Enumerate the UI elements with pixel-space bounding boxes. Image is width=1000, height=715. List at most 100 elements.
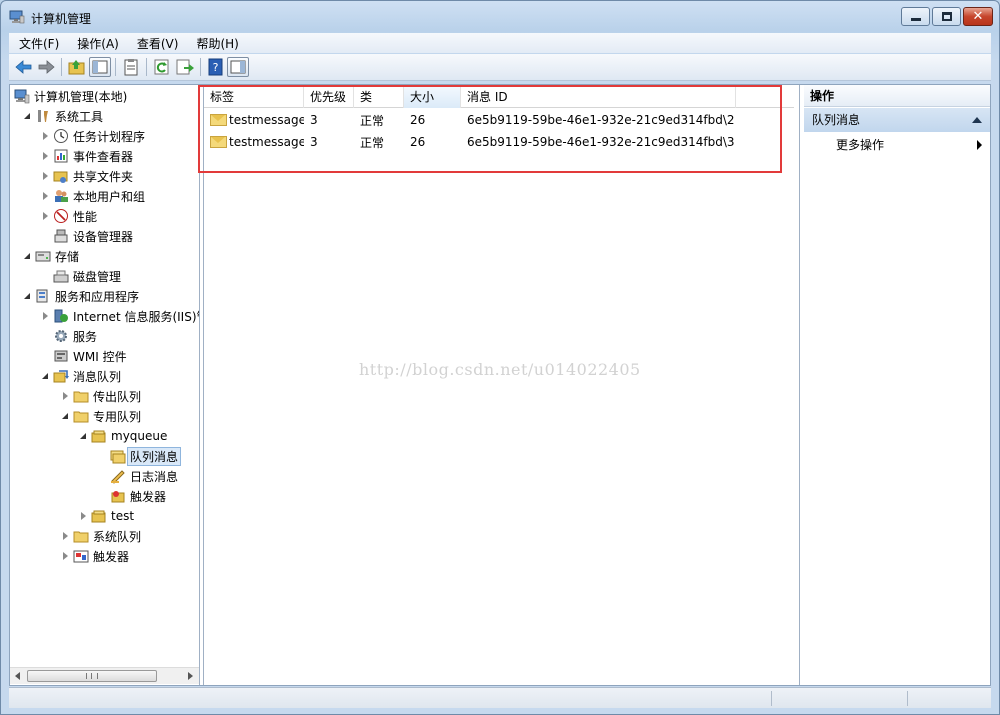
performance-icon — [53, 208, 69, 224]
show-hide-action-pane-icon[interactable] — [227, 57, 249, 77]
collapsed-arrow-icon[interactable] — [78, 511, 88, 521]
expanded-arrow-icon[interactable] — [22, 251, 32, 261]
tree-item-label: test — [111, 509, 135, 523]
close-button[interactable]: ✕ — [963, 7, 993, 26]
properties-icon[interactable] — [120, 57, 142, 77]
tree-horizontal-scrollbar[interactable] — [10, 667, 199, 684]
submenu-arrow-icon — [977, 140, 982, 150]
tree-item[interactable]: 日志消息 — [97, 467, 178, 485]
up-folder-icon[interactable] — [66, 57, 88, 77]
tree-item[interactable]: 存储 — [22, 247, 79, 265]
collapsed-arrow-icon[interactable] — [40, 151, 50, 161]
svg-text:?: ? — [213, 61, 219, 74]
expanded-arrow-icon[interactable] — [78, 431, 88, 441]
tree-item-label: 设备管理器 — [73, 229, 134, 244]
expanded-arrow-icon[interactable] — [22, 111, 32, 121]
tree-item[interactable]: myqueue — [78, 427, 167, 445]
actions-section-queue-messages[interactable]: 队列消息 — [804, 108, 990, 132]
tree-item-label: 日志消息 — [130, 469, 179, 484]
tree-item-label: 本地用户和组 — [73, 189, 146, 204]
help-icon[interactable]: ? — [205, 57, 227, 77]
tree-item-label: 任务计划程序 — [73, 129, 146, 144]
clock-icon — [53, 128, 69, 144]
tree-item[interactable]: WMI 控件 — [40, 347, 127, 365]
toolbar-separator — [115, 58, 116, 76]
title-bar[interactable]: 计算机管理 ✕ — [1, 1, 999, 33]
wmi-icon — [53, 348, 69, 364]
menu-bar: 文件(F) 操作(A) 查看(V) 帮助(H) — [9, 33, 991, 53]
scroll-left-icon[interactable] — [13, 671, 23, 681]
tree-item[interactable]: 系统队列 — [60, 527, 141, 545]
tree-item[interactable]: 服务和应用程序 — [22, 287, 139, 305]
triggers-icon — [73, 548, 89, 564]
tree-item[interactable]: 消息队列 — [40, 367, 121, 385]
collapsed-arrow-icon[interactable] — [60, 391, 70, 401]
tree-item-label: Internet 信息服务(IIS)管 — [73, 309, 200, 324]
actions-section-label: 队列消息 — [812, 113, 861, 127]
result-pane: 标签 优先级 类 大小 消息 ID testmessage 3 正常 26 6e… — [198, 85, 800, 685]
collapsed-arrow-icon[interactable] — [40, 191, 50, 201]
status-bar — [9, 687, 991, 708]
iis-icon — [53, 308, 69, 324]
tree-item-label: 系统工具 — [55, 109, 104, 124]
collapsed-arrow-icon[interactable] — [60, 531, 70, 541]
minimize-button[interactable] — [901, 7, 930, 26]
collapsed-arrow-icon[interactable] — [40, 131, 50, 141]
expanded-arrow-icon[interactable] — [40, 371, 50, 381]
actions-pane: 操作 队列消息 更多操作 — [804, 85, 990, 685]
tree-item[interactable]: 本地用户和组 — [40, 187, 145, 205]
tree-item-label: 触发器 — [130, 489, 167, 504]
back-arrow-icon[interactable] — [13, 57, 35, 77]
collapsed-arrow-icon[interactable] — [40, 171, 50, 181]
collapsed-arrow-icon[interactable] — [60, 551, 70, 561]
refresh-icon[interactable] — [151, 57, 173, 77]
folder-icon — [73, 408, 89, 424]
annotation-highlight-box — [198, 85, 782, 173]
tree-item[interactable]: 性能 — [40, 207, 97, 225]
journal-icon — [110, 468, 126, 484]
tree-item[interactable]: 任务计划程序 — [40, 127, 145, 145]
expanded-arrow-icon[interactable] — [22, 291, 32, 301]
tree-item[interactable]: 队列消息 — [97, 446, 182, 466]
more-actions-label: 更多操作 — [836, 138, 885, 152]
tree-item[interactable]: 触发器 — [97, 487, 166, 505]
event-viewer-icon — [53, 148, 69, 164]
tree-item-label: WMI 控件 — [73, 349, 127, 364]
tree-item[interactable]: 共享文件夹 — [40, 167, 133, 185]
expanded-arrow-icon[interactable] — [60, 411, 70, 421]
trigger-icon — [110, 488, 126, 504]
tree-item[interactable]: 专用队列 — [60, 407, 141, 425]
tree-item[interactable]: Internet 信息服务(IIS)管 — [40, 307, 200, 325]
message-queue-icon — [53, 368, 69, 384]
tree-item[interactable]: 系统工具 — [22, 107, 103, 125]
tree-item[interactable]: 触发器 — [60, 547, 129, 565]
export-list-icon[interactable] — [174, 57, 196, 77]
tree-item[interactable]: 计算机管理(本地) — [14, 87, 127, 105]
show-hide-console-tree-icon[interactable] — [89, 57, 111, 77]
menu-view[interactable]: 查看(V) — [127, 35, 187, 52]
computer-management-icon — [9, 10, 25, 24]
menu-action[interactable]: 操作(A) — [67, 35, 127, 52]
tree-item[interactable]: 磁盘管理 — [40, 267, 121, 285]
services-apps-icon — [35, 288, 51, 304]
collapse-arrow-icon[interactable] — [972, 117, 982, 123]
tree-item[interactable]: 传出队列 — [60, 387, 141, 405]
scroll-right-icon[interactable] — [185, 671, 195, 681]
maximize-button[interactable] — [932, 7, 961, 26]
forward-arrow-icon[interactable] — [35, 57, 57, 77]
status-bar-divider — [771, 691, 772, 706]
menu-help[interactable]: 帮助(H) — [186, 35, 246, 52]
tree-item[interactable]: 设备管理器 — [40, 227, 133, 245]
tree-item-label: 事件查看器 — [73, 149, 134, 164]
tree-item[interactable]: 服务 — [40, 327, 97, 345]
collapsed-arrow-icon[interactable] — [40, 211, 50, 221]
collapsed-arrow-icon[interactable] — [40, 311, 50, 321]
menu-file[interactable]: 文件(F) — [9, 35, 67, 52]
tree-item[interactable]: 事件查看器 — [40, 147, 133, 165]
scrollbar-thumb[interactable] — [27, 670, 157, 682]
tree-item[interactable]: test — [78, 507, 134, 525]
tree-item-label: 计算机管理(本地) — [34, 89, 128, 104]
more-actions-item[interactable]: 更多操作 — [804, 135, 990, 155]
